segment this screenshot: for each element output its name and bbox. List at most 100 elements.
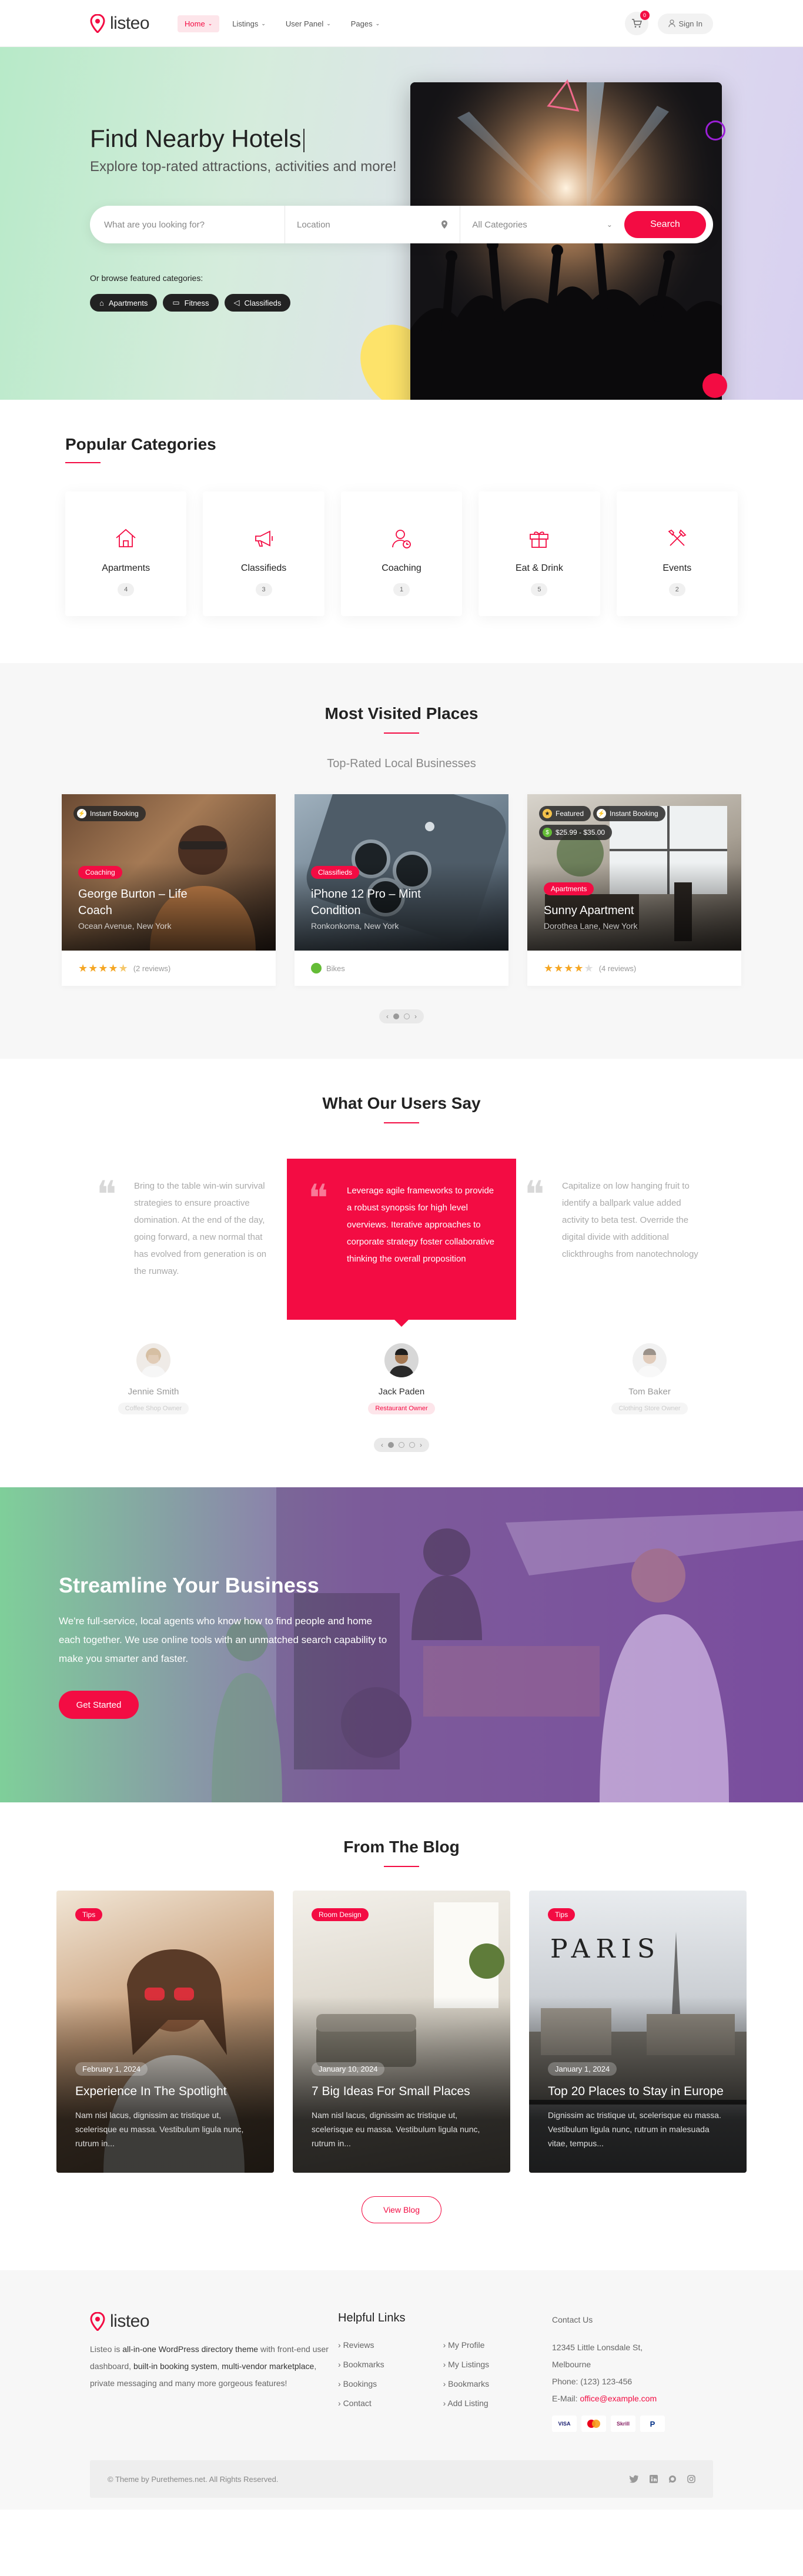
listing-carousel: ⚡ Instant Booking Coaching George Burton … <box>0 794 803 986</box>
chevron-right-icon[interactable]: › <box>414 1012 417 1021</box>
location-pin-icon <box>441 220 448 229</box>
post-tag: Tips <box>548 1908 576 1921</box>
review-count: (4 reviews) <box>598 964 637 973</box>
chevron-left-icon[interactable]: ‹ <box>386 1012 389 1021</box>
featured-categories-label: Or browse featured categories: <box>90 273 203 283</box>
listing-title-line: Condition <box>311 904 361 917</box>
listing-card[interactable]: ★ Featured ⚡ Instant Booking $ $25.99 - $35… <box>527 794 741 986</box>
carousel-dot-active[interactable] <box>393 1013 399 1019</box>
twitter-icon[interactable] <box>630 2475 639 2483</box>
chip-apartments[interactable]: ⌂ Apartments <box>90 294 158 312</box>
search-category-select[interactable]: All Categories ⌄ <box>460 206 624 243</box>
copyright: © Theme by Purethemes.net. All Rights Re… <box>108 2474 279 2484</box>
title-underline <box>384 1122 419 1123</box>
carousel-dot[interactable] <box>404 1013 410 1019</box>
category-label: Apartments <box>102 563 150 573</box>
email-link[interactable]: office@example.com <box>580 2394 657 2403</box>
search-location-input[interactable]: Location <box>285 206 461 243</box>
search-what-input[interactable]: What are you looking for? <box>104 206 286 243</box>
search-button[interactable]: Search <box>624 211 706 238</box>
footer-link-add-listing[interactable]: › Add Listing <box>443 2394 490 2413</box>
author-active[interactable]: Jack Paden Restaurant Owner <box>328 1343 475 1414</box>
about-text-part: , <box>217 2361 222 2371</box>
nav-pages[interactable]: Pages ⌄ <box>344 15 387 32</box>
footer-link-bookmarks[interactable]: › Bookmarks <box>338 2355 384 2374</box>
testimonial-card: ❝ Bring to the table win-win survival st… <box>96 1170 279 1280</box>
hero-title: Find Nearby Hotels <box>90 125 305 153</box>
testimonial-text: Leverage agile frameworks to provide a r… <box>347 1186 494 1264</box>
carousel-dot-active[interactable] <box>388 1442 394 1448</box>
chip-fitness[interactable]: ▭ Fitness <box>163 294 219 312</box>
business-banner: Streamline Your Business We're full-serv… <box>0 1487 803 1802</box>
cart-button[interactable]: 0 <box>624 11 650 35</box>
get-started-button[interactable]: Get Started <box>59 1691 139 1719</box>
address-line: Melbourne <box>552 2360 591 2369</box>
section-title: From The Blog <box>343 1838 460 1856</box>
blog-post-card[interactable]: PARIS Tips January 1, 2024 Top 20 Places… <box>529 1891 747 2173</box>
footer-link-list: › Reviews › Bookmarks › Bookings › Conta… <box>338 2336 384 2413</box>
listing-title: George Burton – Life Coach <box>78 886 188 919</box>
listing-card[interactable]: ⚡ Instant Booking Coaching George Burton … <box>62 794 276 986</box>
business-text: We're full-service, local agents who kno… <box>59 1615 387 1664</box>
chevron-right-icon[interactable]: › <box>420 1441 422 1449</box>
search-bar: What are you looking for? Location All C… <box>90 206 713 243</box>
featured-chips: ⌂ Apartments ▭ Fitness ◁ Classifieds <box>90 294 291 312</box>
footer-links: Helpful Links › Reviews › Bookmarks › Bo… <box>338 2311 552 2432</box>
decor-dot-pink <box>702 373 727 398</box>
listing-image: ★ Featured ⚡ Instant Booking $ $25.99 - $35… <box>527 794 741 951</box>
nav-listings[interactable]: Listings ⌄ <box>225 15 273 32</box>
testimonials-section: What Our Users Say ❝ Bring to the table … <box>0 1059 803 1487</box>
listing-card[interactable]: Classifieds iPhone 12 Pro – Mint Conditio… <box>295 794 508 986</box>
listing-footer: ★★★★★ (2 reviews) <box>62 951 276 986</box>
instagram-icon[interactable] <box>687 2475 695 2483</box>
footer-link-reviews[interactable]: › Reviews <box>338 2336 384 2355</box>
chevron-left-icon[interactable]: ‹ <box>381 1441 383 1449</box>
category-card-coaching[interactable]: Coaching 1 <box>340 491 463 616</box>
blog-post-card[interactable]: Room Design January 10, 2024 7 Big Ideas… <box>293 1891 510 2173</box>
signin-label: Sign In <box>678 19 702 28</box>
category-card-apartments[interactable]: Apartments 4 <box>65 491 187 616</box>
footer-link-bookmarks-2[interactable]: › Bookmarks <box>443 2374 490 2394</box>
section-title: Popular Categories <box>65 435 216 453</box>
nav-home-label: Home <box>185 19 205 28</box>
category-card-events[interactable]: Events 2 <box>616 491 738 616</box>
logo[interactable]: listeo <box>90 14 150 34</box>
price-range: $25.99 - $35.00 <box>556 828 605 837</box>
bike-icon <box>311 963 322 973</box>
linkedin-icon[interactable] <box>650 2475 658 2483</box>
footer-logo[interactable]: listeo <box>90 2311 338 2331</box>
whatsapp-icon[interactable] <box>668 2475 677 2483</box>
footer-link-contact[interactable]: › Contact <box>338 2394 384 2413</box>
nav-home[interactable]: Home ⌄ <box>178 15 220 32</box>
link-label: Contact <box>343 2398 372 2408</box>
decor-ring <box>705 121 725 140</box>
rating-stars: ★★★★★ <box>78 962 129 974</box>
carousel-dot[interactable] <box>409 1442 415 1448</box>
testimonial-carousel-nav: ‹ › <box>0 1438 803 1452</box>
megaphone-icon <box>255 530 273 547</box>
social-links <box>630 2475 695 2483</box>
category-list: Apartments 4 Classifieds 3 Coaching 1 Ea… <box>65 491 738 616</box>
footer-link-bookings[interactable]: › Bookings <box>338 2374 384 2394</box>
map-pin-icon <box>90 2312 105 2331</box>
instant-booking-badge: ⚡ Instant Booking <box>73 806 146 821</box>
signin-button[interactable]: Sign In <box>657 13 713 34</box>
nav-user-panel[interactable]: User Panel ⌄ <box>279 15 338 32</box>
about-text-bold: built-in booking system <box>133 2361 218 2371</box>
category-card-eat-drink[interactable]: Eat & Drink 5 <box>479 491 600 616</box>
footer-link-my-profile[interactable]: › My Profile <box>443 2336 490 2355</box>
bolt-icon: ⚡ <box>597 809 606 818</box>
view-blog-button[interactable]: View Blog <box>361 2196 441 2223</box>
chip-classifieds[interactable]: ◁ Classifieds <box>224 294 291 312</box>
megaphone-icon: ◁ <box>233 298 240 307</box>
footer-link-my-listings[interactable]: › My Listings <box>443 2355 490 2374</box>
chip-label: Classifieds <box>244 298 282 307</box>
carousel-pagination: ‹ › <box>374 1438 429 1452</box>
carousel-dot[interactable] <box>399 1442 404 1448</box>
house-icon: ⌂ <box>99 298 104 307</box>
author[interactable]: Jennie Smith Coffee Shop Owner <box>80 1343 227 1414</box>
blog-post-card[interactable]: Tips February 1, 2024 Experience In The … <box>56 1891 274 2173</box>
author[interactable]: Tom Baker Clothing Store Owner <box>576 1343 723 1414</box>
testimonial-text: Capitalize on low hanging fruit to ident… <box>562 1181 698 1259</box>
category-card-classifieds[interactable]: Classifieds 3 <box>203 491 324 616</box>
